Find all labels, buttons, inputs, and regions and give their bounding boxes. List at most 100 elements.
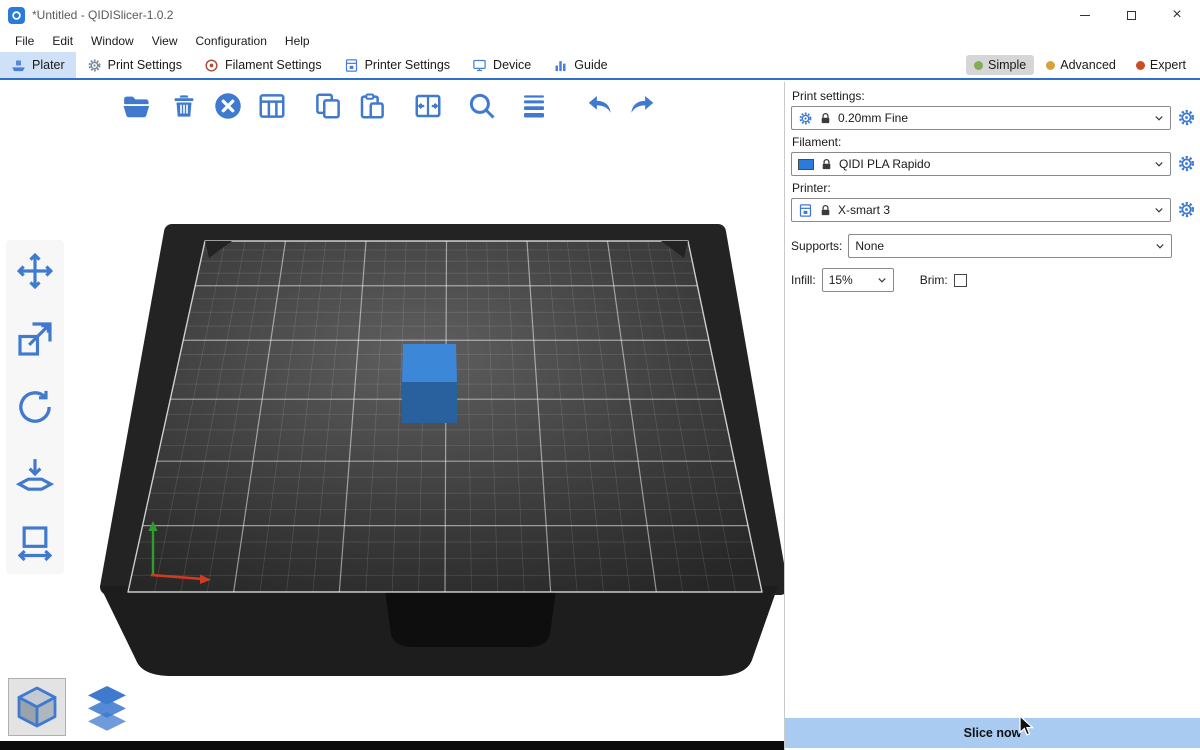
simple-mode-dot-icon xyxy=(974,61,983,70)
tab-label: Printer Settings xyxy=(365,58,450,72)
window-controls: × xyxy=(1062,0,1200,30)
3d-view-button[interactable] xyxy=(8,678,66,736)
minimize-button[interactable] xyxy=(1062,0,1108,30)
brim-checkbox[interactable] xyxy=(954,274,967,287)
menu-edit[interactable]: Edit xyxy=(43,31,82,51)
maximize-icon xyxy=(1127,11,1136,20)
mode-simple[interactable]: Simple xyxy=(966,55,1034,75)
model-object-cube[interactable] xyxy=(402,344,457,423)
redo-button[interactable] xyxy=(624,88,660,124)
menu-file[interactable]: File xyxy=(6,31,43,51)
gear-icon xyxy=(798,111,813,126)
split-button[interactable] xyxy=(410,88,446,124)
filament-select[interactable]: QIDI PLA Rapido xyxy=(791,152,1171,176)
supports-value: None xyxy=(855,239,1148,253)
infill-value: 15% xyxy=(829,273,870,287)
maximize-button[interactable] xyxy=(1108,0,1154,30)
print-profile-select[interactable]: 0.20mm Fine xyxy=(791,106,1171,130)
tab-label: Print Settings xyxy=(108,58,182,72)
gear-icon xyxy=(1177,154,1196,173)
tab-label: Plater xyxy=(32,58,65,72)
copy-button[interactable] xyxy=(310,88,346,124)
monitor-icon xyxy=(472,58,487,73)
layers-view-icon xyxy=(83,683,131,731)
filament-gear-button[interactable] xyxy=(1176,154,1196,174)
delete-all-icon xyxy=(213,91,243,121)
object-toolbar xyxy=(118,88,660,124)
place-on-face-button[interactable] xyxy=(11,452,59,498)
titlebar: *Untitled - QIDISlicer-1.0.2 × xyxy=(0,0,1200,30)
printer-label: Printer: xyxy=(792,181,1196,195)
close-button[interactable]: × xyxy=(1154,0,1200,30)
paste-button[interactable] xyxy=(354,88,390,124)
arrange-button[interactable] xyxy=(254,88,290,124)
window-title: *Untitled - QIDISlicer-1.0.2 xyxy=(32,8,173,22)
chevron-down-icon xyxy=(1153,204,1165,216)
lock-icon xyxy=(819,112,832,125)
gear-icon xyxy=(87,58,102,73)
chevron-down-icon xyxy=(876,274,888,286)
menu-configuration[interactable]: Configuration xyxy=(187,31,276,51)
delete-icon xyxy=(169,91,199,121)
menu-window[interactable]: Window xyxy=(82,31,143,51)
printer-gear-button[interactable] xyxy=(1176,200,1196,220)
search-button[interactable] xyxy=(464,88,500,124)
tab-device[interactable]: Device xyxy=(461,52,542,78)
gizmo-toolbar xyxy=(6,240,64,574)
undo-button[interactable] xyxy=(582,88,618,124)
printer-icon xyxy=(798,203,813,218)
gear-icon xyxy=(1177,108,1196,127)
mirror-icon xyxy=(15,523,55,563)
scale-button[interactable] xyxy=(11,316,59,362)
mode-switcher: Simple Advanced Expert xyxy=(966,52,1200,78)
slice-now-button[interactable]: Slice now xyxy=(785,718,1200,748)
lock-icon xyxy=(819,204,832,217)
mode-label: Simple xyxy=(988,58,1026,72)
infill-label: Infill: xyxy=(791,273,816,287)
layers-view-button[interactable] xyxy=(78,678,136,736)
mirror-button[interactable] xyxy=(11,520,59,566)
tab-plater[interactable]: Plater xyxy=(0,52,76,78)
printer-icon xyxy=(344,58,359,73)
menu-help[interactable]: Help xyxy=(276,31,319,51)
scale-icon xyxy=(15,319,55,359)
tab-printer-settings[interactable]: Printer Settings xyxy=(333,52,461,78)
gear-icon xyxy=(1177,200,1196,219)
delete-button[interactable] xyxy=(166,88,202,124)
mode-label: Expert xyxy=(1150,58,1186,72)
mode-advanced[interactable]: Advanced xyxy=(1038,55,1124,75)
menu-view[interactable]: View xyxy=(143,31,187,51)
move-button[interactable] xyxy=(11,248,59,294)
minimize-icon xyxy=(1080,15,1090,16)
mode-expert[interactable]: Expert xyxy=(1128,55,1194,75)
delete-all-button[interactable] xyxy=(210,88,246,124)
advanced-mode-dot-icon xyxy=(1046,61,1055,70)
print-settings-gear-button[interactable] xyxy=(1176,108,1196,128)
layers-editing-icon xyxy=(519,91,549,121)
paste-icon xyxy=(357,91,387,121)
filament-color-swatch xyxy=(798,159,814,170)
chevron-down-icon xyxy=(1154,240,1166,252)
scene-3d[interactable] xyxy=(0,82,784,750)
viewport-3d[interactable] xyxy=(0,82,784,750)
tab-guide[interactable]: Guide xyxy=(542,52,618,78)
printer-select[interactable]: X-smart 3 xyxy=(791,198,1171,222)
print-settings-label: Print settings: xyxy=(792,89,1196,103)
tab-print-settings[interactable]: Print Settings xyxy=(76,52,193,78)
tab-label: Device xyxy=(493,58,531,72)
open-file-button[interactable] xyxy=(118,88,154,124)
rotate-button[interactable] xyxy=(11,384,59,430)
tab-filament-settings[interactable]: Filament Settings xyxy=(193,52,333,78)
print-bed xyxy=(100,232,780,676)
infill-select[interactable]: 15% xyxy=(822,268,894,292)
chevron-down-icon xyxy=(1153,112,1165,124)
expert-mode-dot-icon xyxy=(1136,61,1145,70)
app-window: *Untitled - QIDISlicer-1.0.2 × File Edit… xyxy=(0,0,1200,750)
mode-label: Advanced xyxy=(1060,58,1116,72)
place-on-face-icon xyxy=(15,455,55,495)
close-icon: × xyxy=(1172,7,1181,23)
supports-select[interactable]: None xyxy=(848,234,1172,258)
filament-value: QIDI PLA Rapido xyxy=(839,157,1147,171)
split-icon xyxy=(413,91,443,121)
layers-editing-button[interactable] xyxy=(516,88,552,124)
